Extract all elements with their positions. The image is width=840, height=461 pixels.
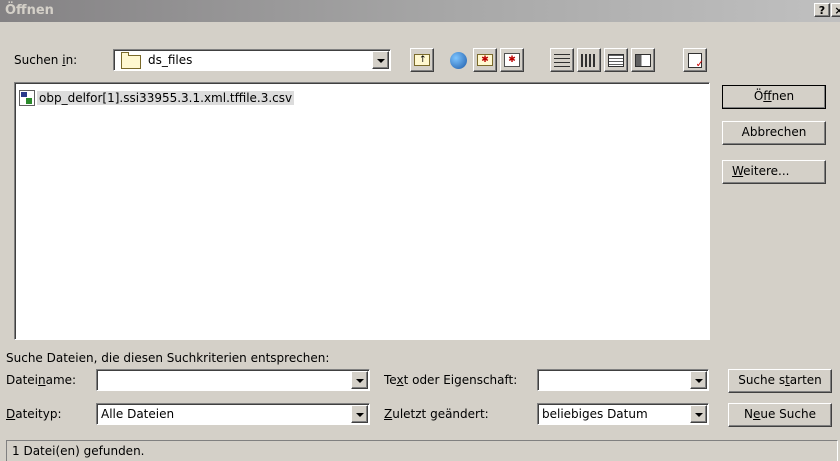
chevron-down-icon[interactable] bbox=[351, 405, 368, 423]
title-bar: Öffnen ? × bbox=[0, 0, 840, 22]
new-folder-button[interactable]: ✱ bbox=[500, 48, 524, 72]
details-view-button[interactable] bbox=[577, 48, 601, 72]
filetype-label: Dateityp: bbox=[6, 407, 62, 421]
look-in-select[interactable]: ds_files bbox=[113, 49, 391, 71]
details-view-icon bbox=[581, 53, 597, 67]
filetype-select[interactable]: Alle Dateien bbox=[96, 403, 370, 425]
search-web-icon bbox=[449, 51, 467, 69]
properties-view-icon bbox=[608, 53, 624, 67]
add-to-favorites-icon: ✱ bbox=[504, 53, 520, 67]
commands-icon: ✓ bbox=[688, 52, 704, 69]
preview-view-button[interactable] bbox=[631, 48, 655, 72]
new-search-button[interactable]: Neue Suche bbox=[728, 403, 832, 427]
folder-icon bbox=[121, 52, 141, 69]
filename-combo[interactable] bbox=[96, 369, 370, 391]
help-button[interactable]: ? bbox=[814, 3, 830, 17]
chevron-down-icon[interactable] bbox=[351, 371, 368, 389]
properties-view-button[interactable] bbox=[604, 48, 628, 72]
list-view-button[interactable] bbox=[550, 48, 574, 72]
new-folder-icon: ✱ bbox=[477, 54, 493, 66]
modified-select[interactable]: beliebiges Datum bbox=[537, 403, 709, 425]
chevron-down-icon[interactable] bbox=[690, 405, 707, 423]
up-folder-icon: ↑ bbox=[414, 54, 430, 66]
cancel-button[interactable]: Abbrechen bbox=[722, 121, 826, 145]
list-item[interactable]: obp_delfor[1].ssi33955.3.1.xml.tffile.3.… bbox=[19, 89, 295, 107]
csv-file-icon bbox=[19, 90, 35, 106]
open-button[interactable]: Öffnen bbox=[722, 85, 826, 109]
filename-label: Dateiname: bbox=[6, 373, 77, 387]
text-property-combo[interactable] bbox=[537, 369, 709, 391]
modified-label: Zuletzt geändert: bbox=[384, 407, 489, 421]
search-heading: Suche Dateien, die diesen Suchkriterien … bbox=[6, 351, 330, 365]
preview-view-icon bbox=[635, 53, 651, 67]
commands-button[interactable]: ✓ bbox=[683, 48, 707, 72]
window-title: Öffnen bbox=[5, 3, 54, 18]
look-in-label: Suchen in: bbox=[14, 53, 78, 67]
status-bar: 1 Datei(en) gefunden. bbox=[6, 440, 838, 461]
list-view-icon bbox=[554, 53, 570, 67]
up-folder-button[interactable]: ↑ bbox=[410, 48, 434, 72]
file-list[interactable]: obp_delfor[1].ssi33955.3.1.xml.tffile.3.… bbox=[14, 82, 710, 340]
search-web-button[interactable] bbox=[446, 48, 470, 72]
chevron-down-icon[interactable] bbox=[690, 371, 707, 389]
chevron-down-icon[interactable] bbox=[372, 51, 389, 69]
status-text: 1 Datei(en) gefunden. bbox=[12, 444, 145, 458]
start-search-button[interactable]: Suche starten bbox=[728, 369, 832, 393]
close-button[interactable]: × bbox=[831, 3, 840, 17]
file-name: obp_delfor[1].ssi33955.3.1.xml.tffile.3.… bbox=[37, 91, 295, 105]
delete-button[interactable]: ✱ bbox=[473, 48, 497, 72]
text-property-label: Text oder Eigenschaft: bbox=[384, 373, 518, 387]
more-button[interactable]: Weitere... bbox=[722, 160, 826, 184]
